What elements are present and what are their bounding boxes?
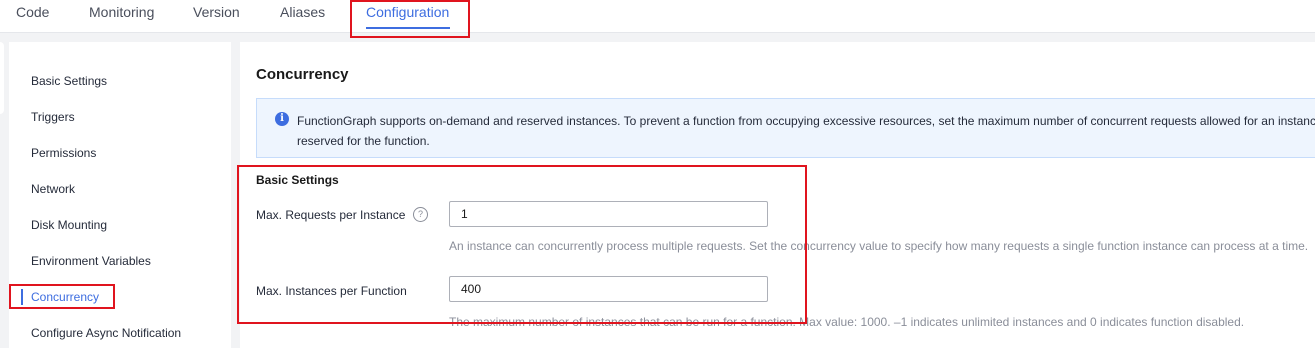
sidebar-item-async-notification[interactable]: Configure Async Notification xyxy=(31,326,181,340)
max-requests-input[interactable] xyxy=(449,201,768,227)
sidebar-item-disk-mounting[interactable]: Disk Mounting xyxy=(31,218,107,232)
sidebar-item-network[interactable]: Network xyxy=(31,182,75,196)
sidebar-active-indicator xyxy=(21,289,23,305)
page-title: Concurrency xyxy=(256,66,349,83)
info-icon: i xyxy=(275,112,289,126)
info-banner: i FunctionGraph supports on-demand and r… xyxy=(256,98,1315,158)
tab-monitoring[interactable]: Monitoring xyxy=(89,3,154,21)
sidebar-item-concurrency[interactable]: Concurrency xyxy=(31,290,99,304)
tab-version[interactable]: Version xyxy=(193,3,240,21)
collapsed-panel-edge xyxy=(0,42,4,114)
config-sidebar: Basic Settings Triggers Permissions Netw… xyxy=(9,42,231,348)
sidebar-item-permissions[interactable]: Permissions xyxy=(31,146,96,160)
tab-configuration[interactable]: Configuration xyxy=(366,3,449,21)
basic-settings-heading: Basic Settings xyxy=(256,173,339,187)
max-requests-label: Max. Requests per Instance xyxy=(256,208,406,222)
sidebar-item-environment-variables[interactable]: Environment Variables xyxy=(31,254,151,268)
sidebar-item-basic-settings[interactable]: Basic Settings xyxy=(31,74,107,88)
help-circle-icon[interactable]: ? xyxy=(413,207,428,222)
top-tab-bar: Code Monitoring Version Aliases Configur… xyxy=(0,0,1315,33)
max-instances-label: Max. Instances per Function xyxy=(256,284,407,298)
info-text: FunctionGraph supports on-demand and res… xyxy=(297,111,1315,151)
main-content: Concurrency i FunctionGraph supports on-… xyxy=(240,42,1315,348)
max-instances-input[interactable] xyxy=(449,276,768,302)
info-text-line-2: reserved for the function. xyxy=(297,134,430,148)
active-tab-indicator xyxy=(366,27,450,29)
info-text-line-1: FunctionGraph supports on-demand and res… xyxy=(297,114,1315,128)
tab-aliases[interactable]: Aliases xyxy=(280,3,325,21)
max-instances-hint: The maximum number of instances that can… xyxy=(449,315,1245,329)
max-requests-hint: An instance can concurrently process mul… xyxy=(449,239,1309,253)
sidebar-item-triggers[interactable]: Triggers xyxy=(31,110,75,124)
tab-code[interactable]: Code xyxy=(16,3,49,21)
